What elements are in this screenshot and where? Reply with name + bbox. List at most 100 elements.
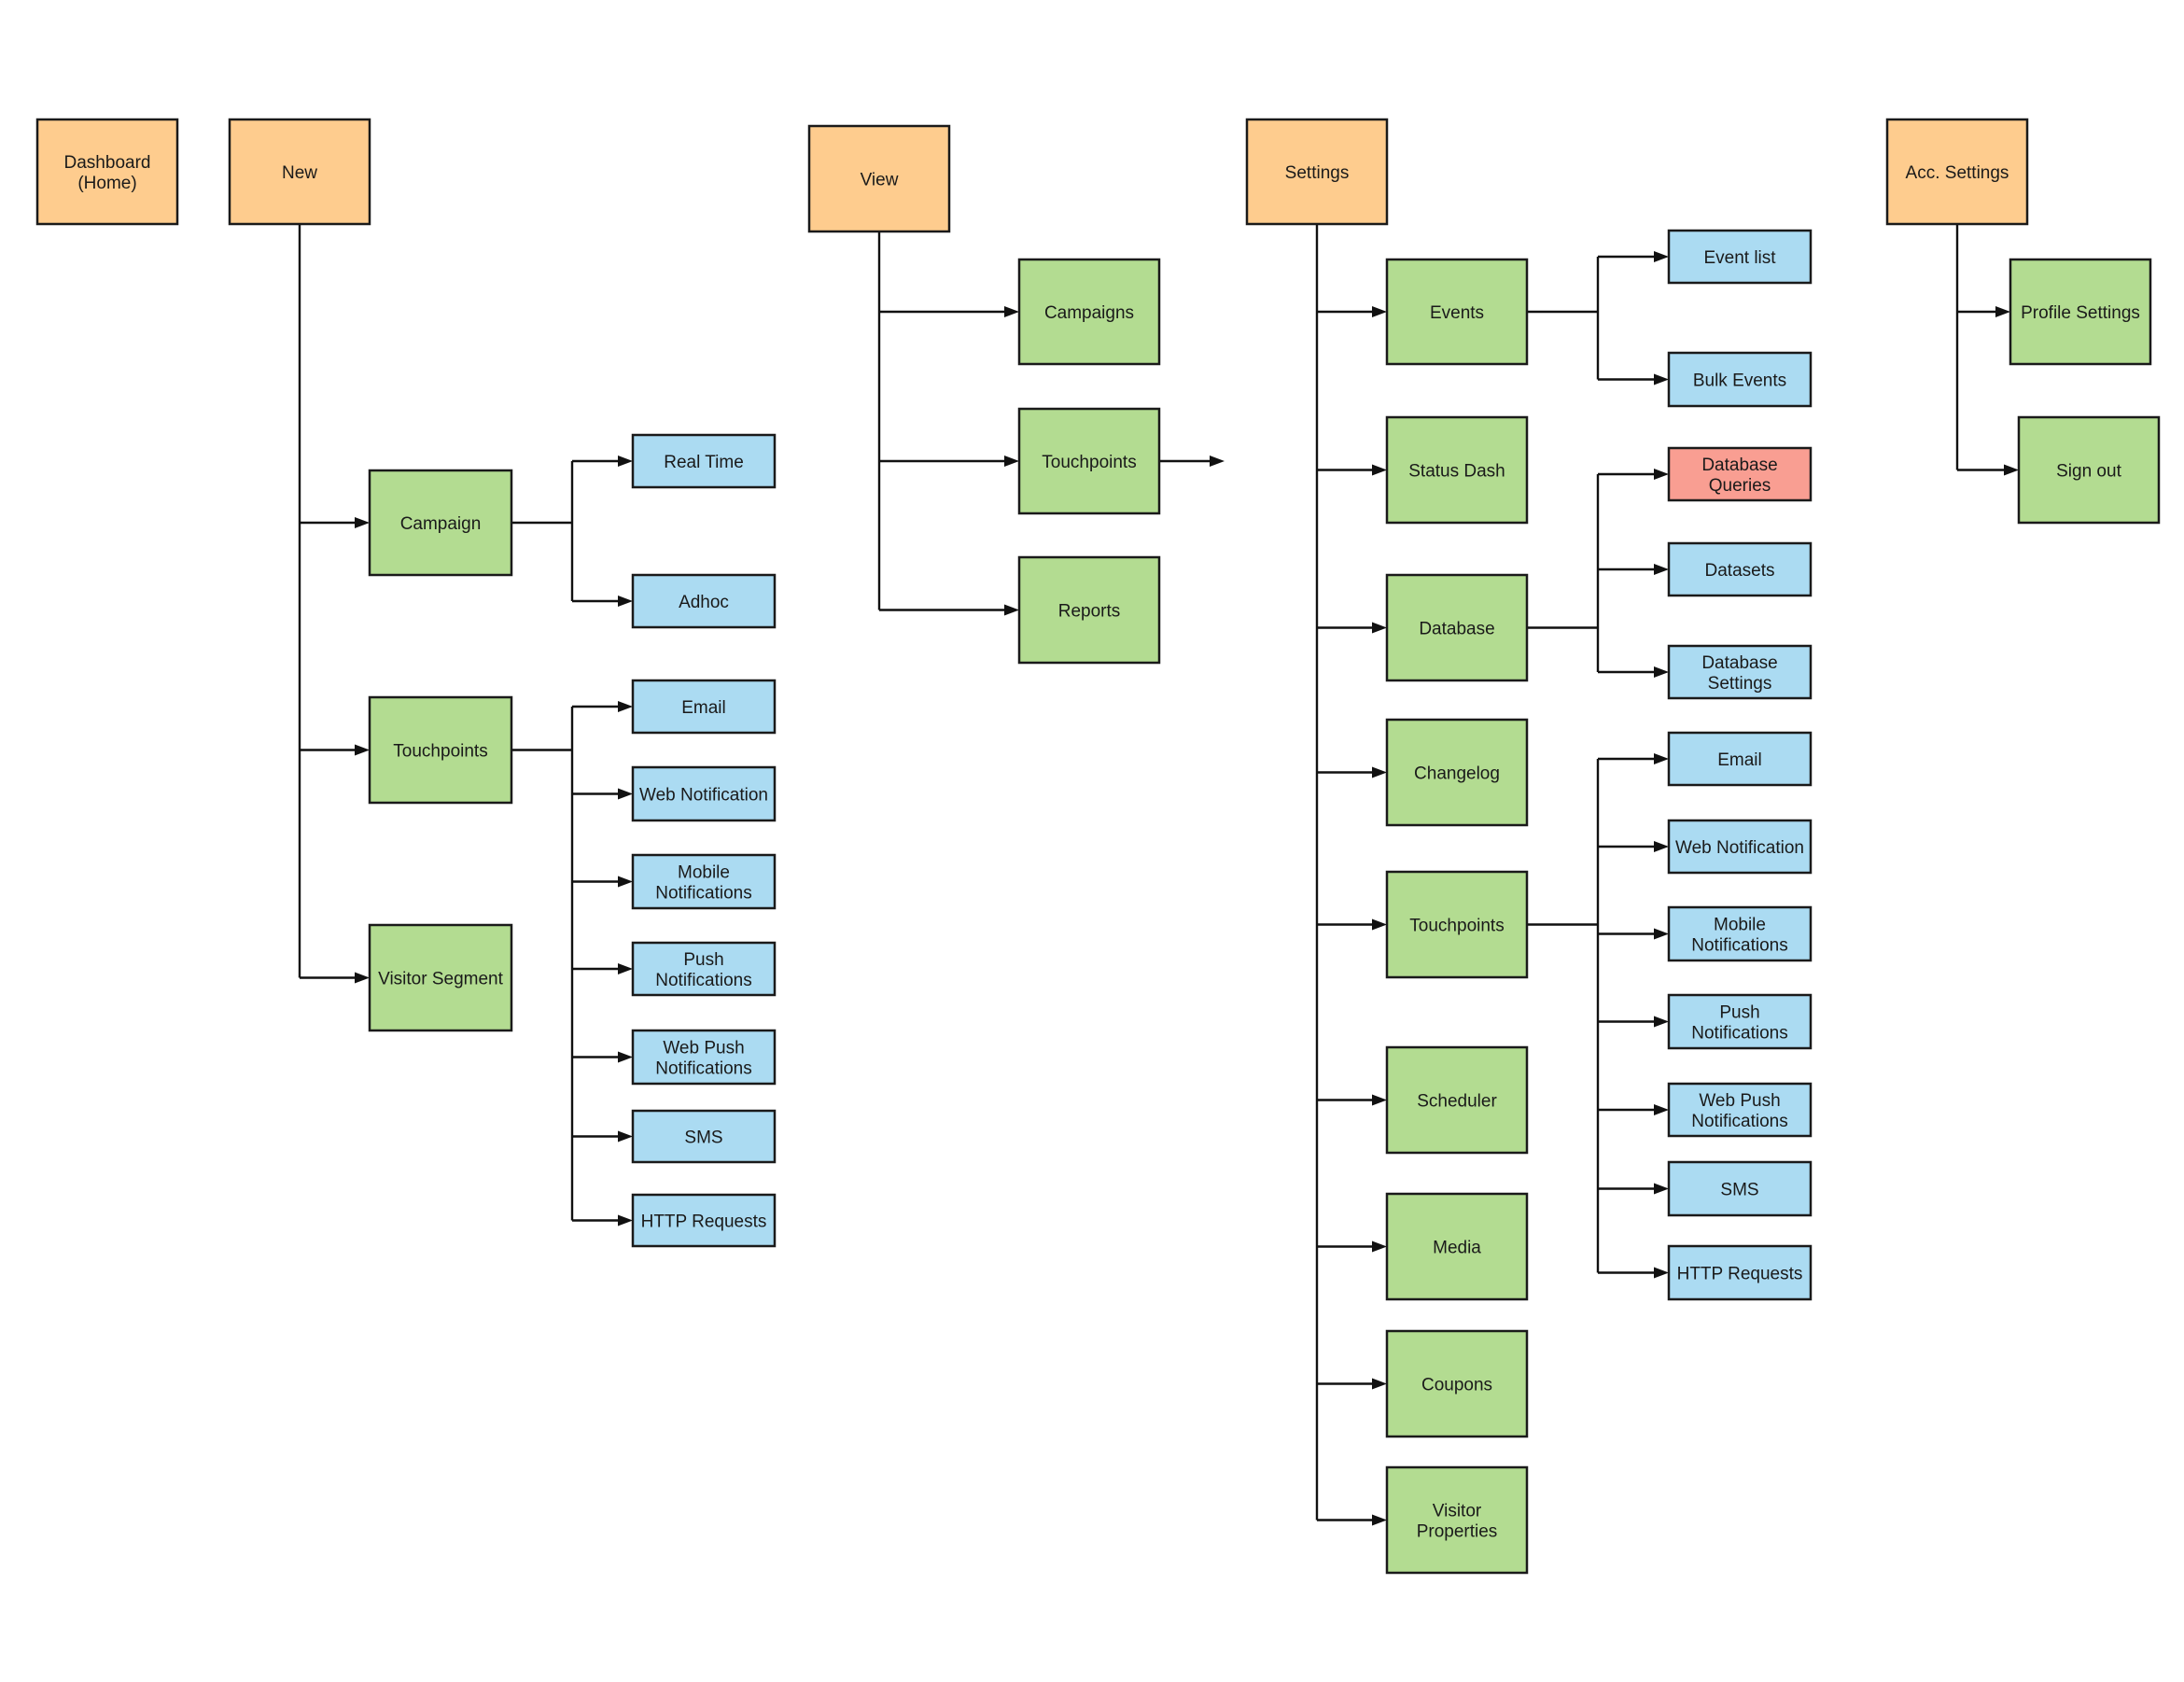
node-set-database[interactable]: Database (1385, 573, 1529, 682)
node-set-tp-webnotif[interactable]: Web Notification (1667, 819, 1813, 875)
node-label: Touchpoints (1409, 917, 1504, 936)
node-new-campaign-realtime[interactable]: Real Time (631, 433, 777, 489)
node-new-tp-email[interactable]: Email (631, 679, 777, 735)
node-label: Email (1717, 750, 1762, 770)
arrow-head-set-changelog (1372, 766, 1387, 778)
node-label: Email (681, 698, 726, 718)
node-label: Touchpoints (393, 742, 487, 762)
arrow-head-set-db-queries (1654, 469, 1669, 480)
node-label: Web Notification (1675, 838, 1804, 858)
node-set-db-queries[interactable]: Database Queries (1667, 446, 1813, 502)
node-view-touchpoints[interactable]: Touchpoints (1017, 407, 1161, 515)
node-set-db-datasets[interactable]: Datasets (1667, 541, 1813, 597)
node-label: Event list (1703, 248, 1776, 268)
node-label: Web Notification (639, 786, 768, 806)
node-set-tp-push[interactable]: Push Notifications (1667, 993, 1813, 1050)
node-label: Changelog (1414, 764, 1500, 784)
arrow-head-view-reports (1004, 604, 1019, 616)
arrow-head-set-tp-mobile (1654, 928, 1669, 940)
node-set-tp-webpush[interactable]: Web Push Notifications (1667, 1082, 1813, 1138)
node-new-campaign[interactable]: Campaign (368, 469, 513, 577)
arrow-head-new-touchpoints (355, 744, 370, 756)
arrow-head-new-tp-webnotif (618, 788, 633, 800)
sitemap-diagram: Dashboard (Home) New Campaign Real Time Adhoc… (35, 118, 2161, 1575)
node-new-tp-sms[interactable]: SMS (631, 1109, 777, 1164)
node-label: View (861, 171, 899, 190)
node-set-media[interactable]: Media (1385, 1192, 1529, 1301)
node-set-status-dash[interactable]: Status Dash (1385, 415, 1529, 525)
node-set-tp-email[interactable]: Email (1667, 731, 1813, 787)
node-set-events-bulk[interactable]: Bulk Events (1667, 351, 1813, 408)
node-new[interactable]: New (228, 118, 371, 226)
arrow-head-set-visitor-props (1372, 1514, 1387, 1526)
node-label: Real Time (664, 453, 744, 472)
arrow-head-set-tp-webnotif (1654, 841, 1669, 852)
node-new-tp-webpush[interactable]: Web Push Notifications (631, 1029, 777, 1086)
nodes: Dashboard (Home) New Campaign Real Time Adhoc… (35, 118, 2161, 1575)
arrow-head-set-db-datasets (1654, 564, 1669, 575)
node-set-tp-sms[interactable]: SMS (1667, 1160, 1813, 1217)
arrow-head-new-campaign-realtime (618, 456, 633, 467)
node-new-campaign-adhoc[interactable]: Adhoc (631, 573, 777, 629)
node-set-visitor-props[interactable]: Visitor Properties (1385, 1465, 1529, 1575)
node-label: Profile Settings (2021, 303, 2140, 323)
node-new-tp-mobile[interactable]: Mobile Notifications (631, 853, 777, 910)
node-label: Coupons (1421, 1376, 1492, 1395)
node-label: Scheduler (1417, 1092, 1497, 1112)
arrow-head-new-campaign (355, 517, 370, 528)
arrow-head-set-events (1372, 306, 1387, 317)
node-settings[interactable]: Settings (1245, 118, 1389, 226)
node-dashboard[interactable]: Dashboard (Home) (35, 118, 179, 226)
node-new-visitor-segment[interactable]: Visitor Segment (368, 923, 513, 1032)
node-acc-profile[interactable]: Profile Settings (2009, 258, 2152, 366)
arrow-head-new-tp-push (618, 963, 633, 974)
arrow-head-set-db-settings (1654, 666, 1669, 678)
arrow-head-new-tp-webpush (618, 1051, 633, 1063)
node-new-touchpoints[interactable]: Touchpoints (368, 695, 513, 805)
arrow-head-set-tp-sms (1654, 1183, 1669, 1195)
node-label: Web Push Notifications (655, 1039, 752, 1079)
node-label: HTTP Requests (1677, 1265, 1803, 1284)
arrow-head-set-touchpoints (1372, 918, 1387, 931)
arrow-head-new-tp-sms (618, 1130, 633, 1142)
node-new-tp-http[interactable]: HTTP Requests (631, 1193, 777, 1248)
node-view-reports[interactable]: Reports (1017, 555, 1161, 665)
arrow-head-new-tp-mobile (618, 876, 633, 888)
node-set-tp-http[interactable]: HTTP Requests (1667, 1244, 1813, 1301)
node-label: Database Queries (1701, 456, 1777, 496)
node-set-tp-mobile[interactable]: Mobile Notifications (1667, 905, 1813, 962)
node-set-changelog[interactable]: Changelog (1385, 718, 1529, 827)
node-acc-settings[interactable]: Acc. Settings (1885, 118, 2029, 226)
node-label: Acc. Settings (1906, 163, 2009, 183)
node-view-campaigns[interactable]: Campaigns (1017, 258, 1161, 366)
node-label: HTTP Requests (641, 1212, 767, 1232)
node-view[interactable]: View (807, 124, 951, 233)
node-set-coupons[interactable]: Coupons (1385, 1329, 1529, 1438)
node-label: Status Dash (1408, 462, 1505, 482)
node-label: New (282, 163, 317, 183)
node-new-tp-webnotif[interactable]: Web Notification (631, 765, 777, 822)
node-set-db-settings[interactable]: Database Settings (1667, 644, 1813, 700)
arrow-head-set-tp-http (1654, 1267, 1669, 1279)
node-label: Bulk Events (1693, 371, 1786, 391)
arrow-head-new-visitor-segment (355, 972, 370, 984)
node-label: Reports (1058, 602, 1121, 622)
node-new-tp-push[interactable]: Push Notifications (631, 941, 777, 997)
node-label: Campaign (400, 514, 482, 534)
node-set-touchpoints[interactable]: Touchpoints (1385, 870, 1529, 979)
arrow-head-set-coupons (1372, 1378, 1387, 1390)
arrow-head-set-scheduler (1372, 1094, 1387, 1106)
arrow-head-new-campaign-adhoc (618, 596, 633, 607)
node-label: SMS (1720, 1181, 1758, 1200)
arrow-head-new-tp-email (618, 701, 633, 712)
node-label: SMS (684, 1128, 722, 1148)
arrow-head-set-media (1372, 1240, 1387, 1253)
node-set-events[interactable]: Events (1385, 258, 1529, 366)
node-acc-signout[interactable]: Sign out (2017, 415, 2161, 525)
node-set-scheduler[interactable]: Scheduler (1385, 1045, 1529, 1155)
node-set-events-list[interactable]: Event list (1667, 229, 1813, 285)
arrow-head-view-campaigns (1004, 306, 1019, 317)
node-label: Adhoc (679, 593, 729, 612)
arrow-head-set-tp-webpush (1654, 1104, 1669, 1115)
node-label: Sign out (2056, 462, 2121, 482)
